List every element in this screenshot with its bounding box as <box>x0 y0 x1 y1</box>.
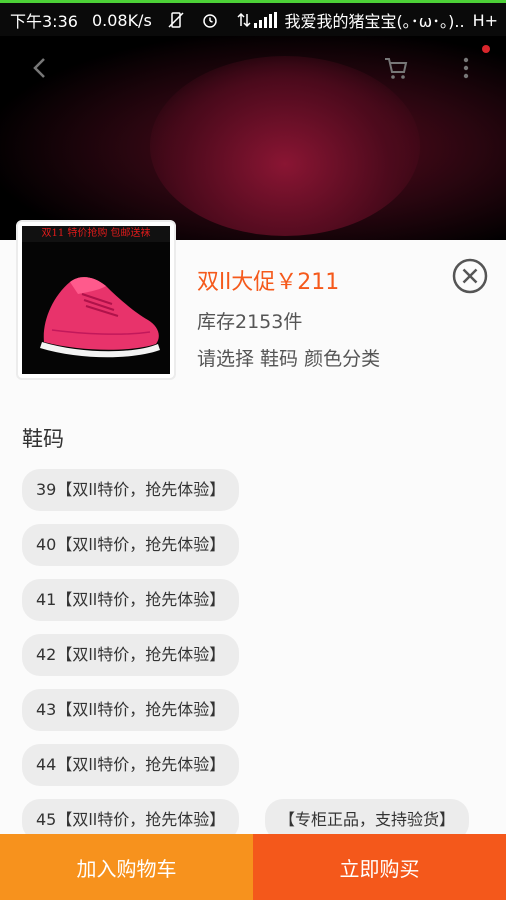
status-time: 下午3:36 <box>10 12 78 31</box>
more-icon[interactable] <box>458 54 474 82</box>
status-carrier: 我爱我的猪宝宝(｡･ω･｡).. <box>284 12 465 31</box>
status-net-speed: 0.08K/s <box>91 10 152 30</box>
product-price: 双ll大促￥211 <box>197 270 340 295</box>
thumbnail-banner: 双11 特价抢购 包邮送袜 <box>22 226 170 242</box>
add-to-cart-button[interactable]: 加入购物车 <box>0 834 253 900</box>
close-icon[interactable] <box>451 257 489 295</box>
back-icon[interactable] <box>26 54 54 82</box>
shoe-image <box>40 277 160 358</box>
size-option-39[interactable]: 39【双ll特价，抢先体验】 <box>22 469 240 511</box>
cart-icon[interactable] <box>382 54 410 82</box>
product-hero-image <box>0 36 506 240</box>
size-option-41[interactable]: 41【双ll特价，抢先体验】 <box>22 579 240 621</box>
top-nav <box>0 36 506 100</box>
bottom-action-bar: 加入购物车 立即购买 <box>0 834 506 900</box>
size-section-title: 鞋码 <box>22 427 64 451</box>
alarm-icon <box>200 10 220 30</box>
size-option-40[interactable]: 40【双ll特价，抢先体验】 <box>22 524 240 566</box>
product-thumbnail: 双11 特价抢购 包邮送袜 <box>16 220 176 380</box>
signal-icon <box>253 12 277 28</box>
product-stock: 库存2153件 <box>197 311 303 333</box>
page-load-progress <box>0 0 506 3</box>
size-option-42[interactable]: 42【双ll特价，抢先体验】 <box>22 634 240 676</box>
size-option-44[interactable]: 44【双ll特价，抢先体验】 <box>22 744 240 786</box>
size-option-43[interactable]: 43【双ll特价，抢先体验】 <box>22 689 240 731</box>
selection-prompt: 请选择 鞋码 颜色分类 <box>197 348 381 370</box>
buy-now-button[interactable]: 立即购买 <box>253 834 506 900</box>
vibrate-off-icon <box>166 10 186 30</box>
data-arrows-icon <box>234 10 254 30</box>
notification-dot <box>482 45 490 53</box>
status-bar: 下午3:36 0.08K/s 我爱我的猪宝宝(｡･ω･｡).. H+ <box>0 0 506 36</box>
status-network-type: H+ <box>472 10 498 30</box>
